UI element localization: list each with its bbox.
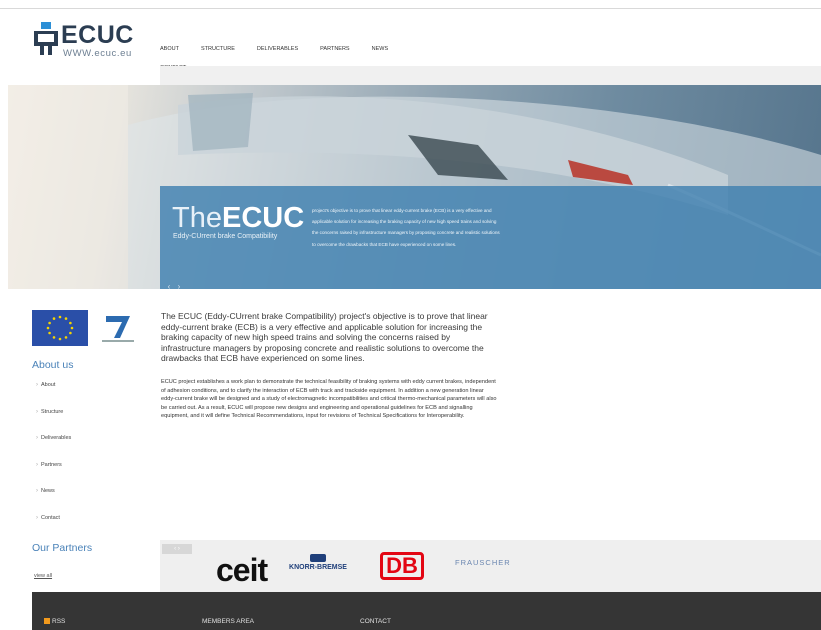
eu-flag-icon: [32, 310, 88, 346]
partner-logo-knorr-bremse[interactable]: KNORR-BREMSE: [288, 554, 348, 571]
sidebar-item-deliverables[interactable]: Deliverables: [36, 433, 71, 460]
hero-subtitle: Eddy-CUrrent brake Compatibility: [173, 233, 278, 240]
hero-title-light: The: [172, 202, 222, 234]
nav-about[interactable]: ABOUT: [160, 43, 179, 56]
nav-band: [160, 66, 821, 85]
site-logo[interactable]: ECUC WWW.ecuc.eu: [34, 20, 144, 60]
logo-url: WWW.ecuc.eu: [63, 48, 132, 59]
nav-news[interactable]: NEWS: [372, 43, 389, 56]
hero-title: TheECUC: [172, 203, 304, 233]
partners-nav-icon[interactable]: ‹ ›: [162, 544, 192, 554]
body-paragraph: ECUC project establishes a work plan to …: [161, 379, 497, 420]
hero-slider-controls: ‹ ›: [164, 276, 188, 289]
frauscher-wordmark: FRAUSCHER: [455, 558, 511, 567]
footer-rss[interactable]: RSS: [44, 618, 65, 625]
footer-contact[interactable]: CONTACT: [360, 618, 391, 625]
nav-deliverables[interactable]: DELIVERABLES: [257, 43, 298, 56]
view-all-link[interactable]: view all: [34, 573, 52, 579]
top-rule: [0, 8, 821, 9]
hero-description: project's objective is to prove that lin…: [312, 208, 500, 247]
funding-logos: [32, 310, 138, 348]
fp7-logo-icon: [102, 316, 134, 342]
our-partners-title: Our Partners: [32, 542, 93, 554]
sidebar-item-partners[interactable]: Partners: [36, 460, 71, 487]
logo-mark-icon: [34, 22, 58, 55]
partner-logo-frauscher[interactable]: FRAUSCHER: [455, 558, 511, 567]
slider-next-icon[interactable]: ›: [174, 282, 184, 289]
partners-carousel: ‹ › ceit KNORR-BREMSE DB FRAUSCHER: [160, 540, 821, 592]
nav-partners[interactable]: PARTNERS: [320, 43, 349, 56]
about-us-list: About Structure Deliverables Partners Ne…: [36, 380, 71, 539]
partner-logo-ceit[interactable]: ceit: [216, 552, 268, 589]
logo-text: ECUC: [61, 21, 134, 49]
hero-banner: TheECUC Eddy-CUrrent brake Compatibility…: [8, 85, 821, 289]
footer-rss-label: RSS: [52, 618, 66, 625]
knorr-emblem-icon: [310, 554, 326, 562]
hero-title-bold: ECUC: [221, 202, 305, 234]
rss-icon: [44, 618, 50, 624]
sidebar-item-structure[interactable]: Structure: [36, 407, 71, 434]
about-us-title: About us: [32, 359, 74, 371]
ceit-wordmark: ceit: [216, 552, 268, 588]
partner-logo-db[interactable]: DB: [380, 552, 424, 580]
sidebar-item-news[interactable]: News: [36, 486, 71, 513]
footer: RSS MEMBERS AREA CONTACT: [32, 592, 821, 630]
nav-structure[interactable]: STRUCTURE: [201, 43, 235, 56]
footer-members-area[interactable]: MEMBERS AREA: [202, 618, 254, 625]
knorr-wordmark: KNORR-BREMSE: [289, 564, 347, 571]
intro-paragraph: The ECUC (Eddy-CUrrent brake Compatibili…: [161, 311, 488, 364]
sidebar-item-about[interactable]: About: [36, 380, 71, 407]
slider-prev-icon[interactable]: ‹: [164, 282, 174, 289]
sidebar-item-contact[interactable]: Contact: [36, 513, 71, 540]
